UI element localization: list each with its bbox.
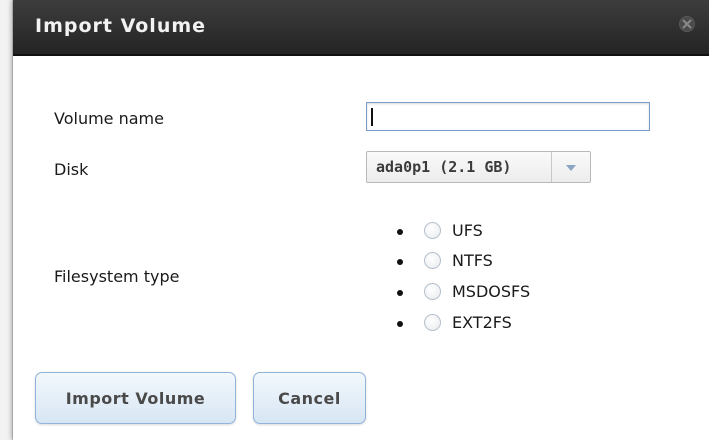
cancel-button[interactable]: Cancel (253, 372, 366, 424)
disk-select[interactable]: ada0p1 (2.1 GB) (366, 151, 591, 183)
disk-select-arrow[interactable] (551, 152, 590, 182)
list-bullet (397, 321, 403, 327)
text-caret (371, 108, 373, 126)
dialog-title: Import Volume (35, 15, 207, 37)
radio-button-ext2fs[interactable] (424, 314, 441, 331)
volume-name-input[interactable] (366, 102, 650, 131)
disk-select-value: ada0p1 (2.1 GB) (376, 158, 512, 176)
chevron-down-icon (566, 165, 576, 171)
background-page-edge (0, 0, 13, 440)
import-volume-dialog: Import Volume Volume name Disk ada0p1 (2… (13, 0, 709, 440)
radio-label-msdosfs: MSDOSFS (452, 282, 531, 301)
radio-button-msdosfs[interactable] (424, 283, 441, 300)
disk-label: Disk (54, 160, 89, 179)
import-volume-button[interactable]: Import Volume (35, 372, 236, 424)
volume-name-label: Volume name (54, 109, 164, 128)
radio-label-ufs: UFS (452, 221, 483, 240)
list-bullet (397, 229, 403, 235)
radio-label-ntfs: NTFS (452, 251, 493, 270)
list-bullet (397, 259, 403, 265)
filesystem-type-label: Filesystem type (54, 267, 180, 286)
radio-button-ufs[interactable] (424, 222, 441, 239)
dialog-titlebar[interactable]: Import Volume (13, 0, 709, 56)
list-bullet (397, 290, 403, 296)
close-icon[interactable] (679, 16, 695, 32)
radio-label-ext2fs: EXT2FS (452, 313, 512, 332)
radio-button-ntfs[interactable] (424, 252, 441, 269)
